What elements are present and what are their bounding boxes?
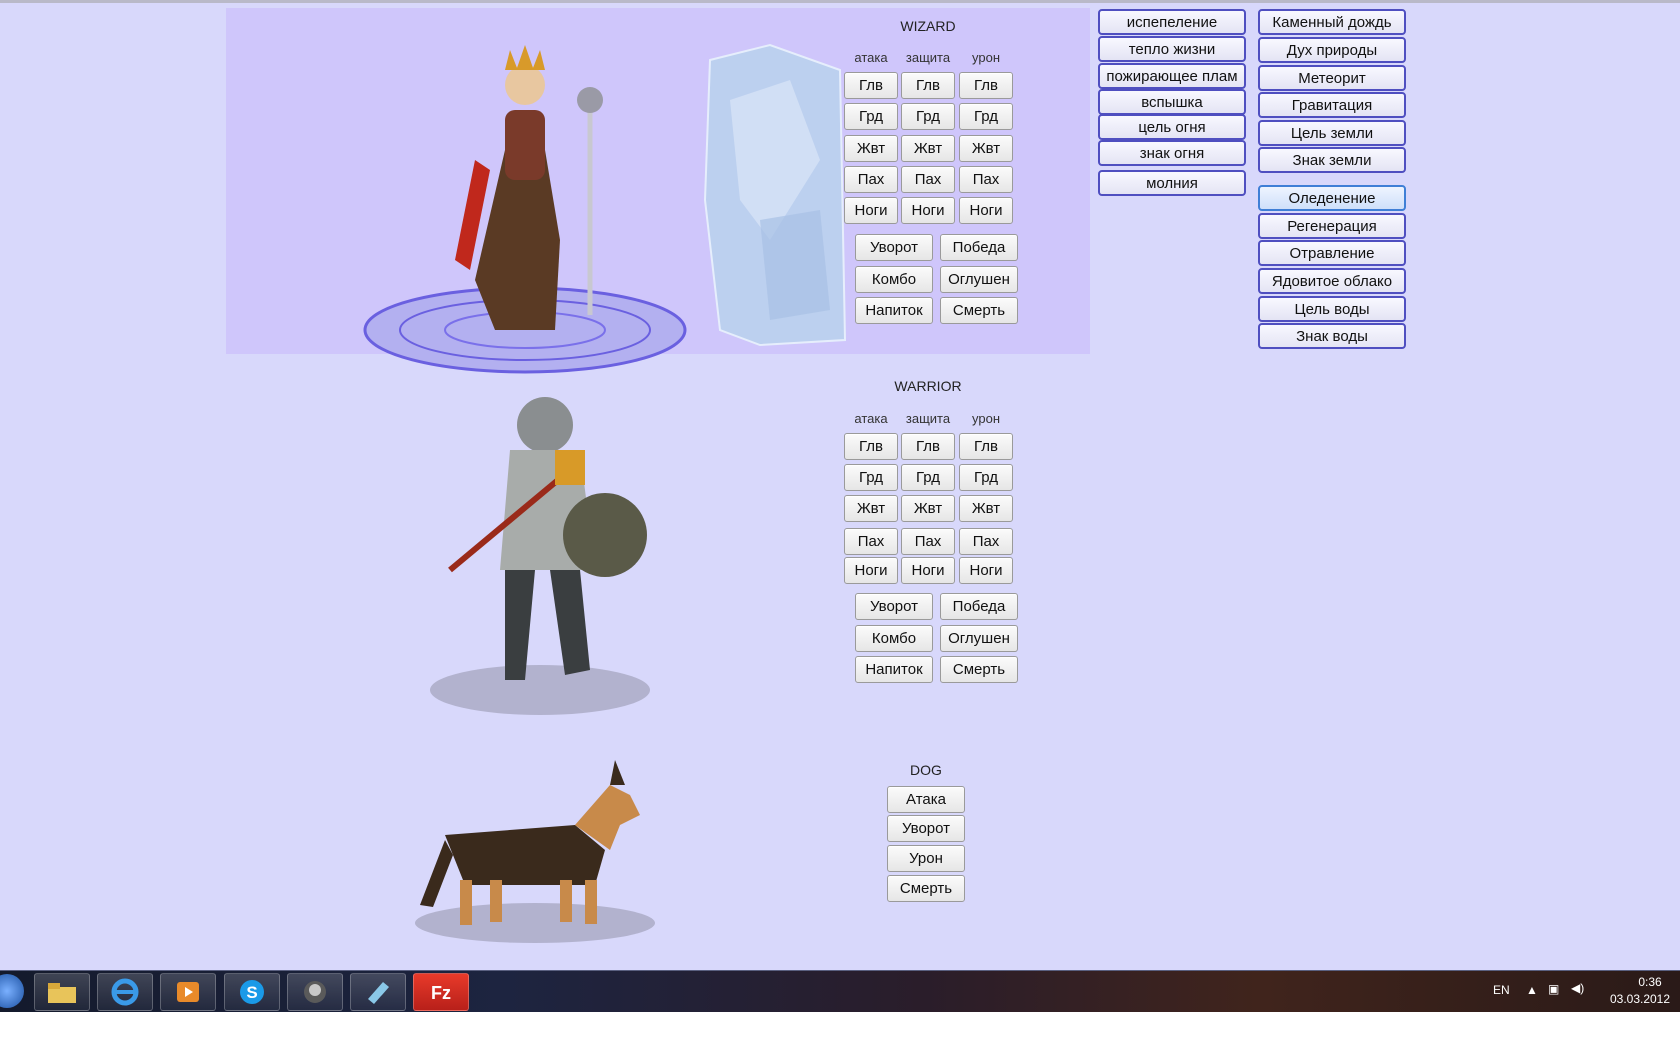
warrior-defense-groin-button[interactable]: Пах: [901, 528, 955, 555]
wizard-attack-groin-button[interactable]: Пах: [844, 166, 898, 193]
spell-earth-3-button[interactable]: Метеорит: [1258, 65, 1406, 91]
wizard-damage-groin-button[interactable]: Пах: [959, 166, 1013, 193]
wizard-attack-belly-button[interactable]: Жвт: [844, 135, 898, 162]
wizard-title: WIZARD: [900, 18, 956, 34]
warrior-header-defense: защита: [905, 411, 951, 426]
warrior-damage-legs-button[interactable]: Ноги: [959, 557, 1013, 584]
dog-damage-button[interactable]: Урон: [887, 845, 965, 872]
app-window: WIZARD атака защита урон Глв Глв Глв Грд…: [0, 0, 1680, 970]
warrior-title: WARRIOR: [894, 378, 962, 394]
warrior-attack-legs-button[interactable]: Ноги: [844, 557, 898, 584]
spell-earth-2-button[interactable]: Дух природы: [1258, 37, 1406, 63]
wizard-attack-legs-button[interactable]: Ноги: [844, 197, 898, 224]
dog-title: DOG: [910, 762, 942, 778]
warrior-defense-belly-button[interactable]: Жвт: [901, 495, 955, 522]
taskbar: S Fz EN ▲ ▣ ◀) 0:36 03.03.2012: [0, 970, 1680, 1012]
spell-fire-6-button[interactable]: знак огня: [1098, 140, 1246, 166]
language-indicator[interactable]: EN: [1493, 983, 1510, 997]
warrior-figure: [430, 397, 650, 715]
wizard-defense-groin-button[interactable]: Пах: [901, 166, 955, 193]
warrior-combo-button[interactable]: Комбо: [855, 625, 933, 652]
warrior-victory-button[interactable]: Победа: [940, 593, 1018, 620]
spell-water-4-button[interactable]: Ядовитое облако: [1258, 268, 1406, 294]
spell-earth-4-button[interactable]: Гравитация: [1258, 92, 1406, 118]
warrior-death-button[interactable]: Смерть: [940, 656, 1018, 683]
clock-time[interactable]: 0:36: [1622, 975, 1678, 989]
spell-lightning-button[interactable]: молния: [1098, 170, 1246, 196]
warrior-attack-belly-button[interactable]: Жвт: [844, 495, 898, 522]
ice-block-image: [703, 43, 847, 347]
start-orb-icon[interactable]: [0, 974, 24, 1008]
clock-date[interactable]: 03.03.2012: [1605, 992, 1675, 1006]
spell-fire-2-button[interactable]: тепло жизни: [1098, 36, 1246, 62]
warrior-stunned-button[interactable]: Оглушен: [940, 625, 1018, 652]
wizard-defense-legs-button[interactable]: Ноги: [901, 197, 955, 224]
warrior-defense-chest-button[interactable]: Грд: [901, 464, 955, 491]
game-app-icon[interactable]: [287, 973, 343, 1011]
spell-water-3-button[interactable]: Отравление: [1258, 240, 1406, 266]
wizard-damage-belly-button[interactable]: Жвт: [959, 135, 1013, 162]
wizard-defense-belly-button[interactable]: Жвт: [901, 135, 955, 162]
wizard-death-button[interactable]: Смерть: [940, 297, 1018, 324]
screen-bottom-area: [0, 1012, 1680, 1050]
file-explorer-icon[interactable]: [34, 973, 90, 1011]
spell-water-1-button[interactable]: Оледенение: [1258, 185, 1406, 211]
warrior-potion-button[interactable]: Напиток: [855, 656, 933, 683]
dog-dodge-button[interactable]: Уворот: [887, 815, 965, 842]
window-top-edge: [0, 0, 1680, 3]
notepad-app-icon[interactable]: [350, 973, 406, 1011]
spell-water-6-button[interactable]: Знак воды: [1258, 323, 1406, 349]
warrior-defense-legs-button[interactable]: Ноги: [901, 557, 955, 584]
wizard-damage-head-button[interactable]: Глв: [959, 72, 1013, 99]
wizard-stunned-button[interactable]: Оглушен: [940, 266, 1018, 293]
wizard-attack-chest-button[interactable]: Грд: [844, 103, 898, 130]
wizard-header-damage: урон: [972, 50, 1000, 65]
warrior-dodge-button[interactable]: Уворот: [855, 593, 933, 620]
dog-attack-button[interactable]: Атака: [887, 786, 965, 813]
warrior-attack-groin-button[interactable]: Пах: [844, 528, 898, 555]
warrior-damage-chest-button[interactable]: Грд: [959, 464, 1013, 491]
spell-fire-3-button[interactable]: пожирающее плам: [1098, 63, 1246, 89]
volume-icon[interactable]: ◀): [1571, 981, 1584, 995]
svg-text:S: S: [246, 983, 257, 1002]
wizard-defense-head-button[interactable]: Глв: [901, 72, 955, 99]
skype-icon[interactable]: S: [224, 973, 280, 1011]
media-player-icon[interactable]: [160, 973, 216, 1011]
warrior-defense-head-button[interactable]: Глв: [901, 433, 955, 460]
spell-earth-5-button[interactable]: Цель земли: [1258, 120, 1406, 146]
warrior-attack-head-button[interactable]: Глв: [844, 433, 898, 460]
spell-water-5-button[interactable]: Цель воды: [1258, 296, 1406, 322]
dog-death-button[interactable]: Смерть: [887, 875, 965, 902]
show-hidden-icons-icon[interactable]: ▲: [1526, 983, 1538, 997]
warrior-header-attack: атака: [854, 411, 888, 426]
spell-fire-4-button[interactable]: вспышка: [1098, 89, 1246, 115]
spell-water-2-button[interactable]: Регенерация: [1258, 213, 1406, 239]
warrior-damage-head-button[interactable]: Глв: [959, 433, 1013, 460]
network-icon[interactable]: ▣: [1548, 982, 1559, 996]
svg-text:Fz: Fz: [431, 983, 451, 1003]
warrior-attack-chest-button[interactable]: Грд: [844, 464, 898, 491]
wizard-header-defense: защита: [905, 50, 951, 65]
spell-fire-1-button[interactable]: испепеление: [1098, 9, 1246, 35]
wizard-dodge-button[interactable]: Уворот: [855, 234, 933, 261]
internet-explorer-icon[interactable]: [97, 973, 153, 1011]
wizard-attack-head-button[interactable]: Глв: [844, 72, 898, 99]
spell-earth-1-button[interactable]: Каменный дождь: [1258, 9, 1406, 35]
wizard-victory-button[interactable]: Победа: [940, 234, 1018, 261]
warrior-damage-groin-button[interactable]: Пах: [959, 528, 1013, 555]
wizard-figure: [363, 45, 687, 374]
warrior-header-damage: урон: [972, 411, 1000, 426]
filezilla-icon[interactable]: Fz: [413, 973, 469, 1011]
spell-earth-6-button[interactable]: Знак земли: [1258, 147, 1406, 173]
wizard-damage-chest-button[interactable]: Грд: [959, 103, 1013, 130]
spell-fire-5-button[interactable]: цель огня: [1098, 114, 1246, 140]
wizard-potion-button[interactable]: Напиток: [855, 297, 933, 324]
wizard-defense-chest-button[interactable]: Грд: [901, 103, 955, 130]
wizard-combo-button[interactable]: Комбо: [855, 266, 933, 293]
dog-figure: [415, 760, 655, 943]
wizard-header-attack: атака: [854, 50, 888, 65]
warrior-damage-belly-button[interactable]: Жвт: [959, 495, 1013, 522]
wizard-damage-legs-button[interactable]: Ноги: [959, 197, 1013, 224]
